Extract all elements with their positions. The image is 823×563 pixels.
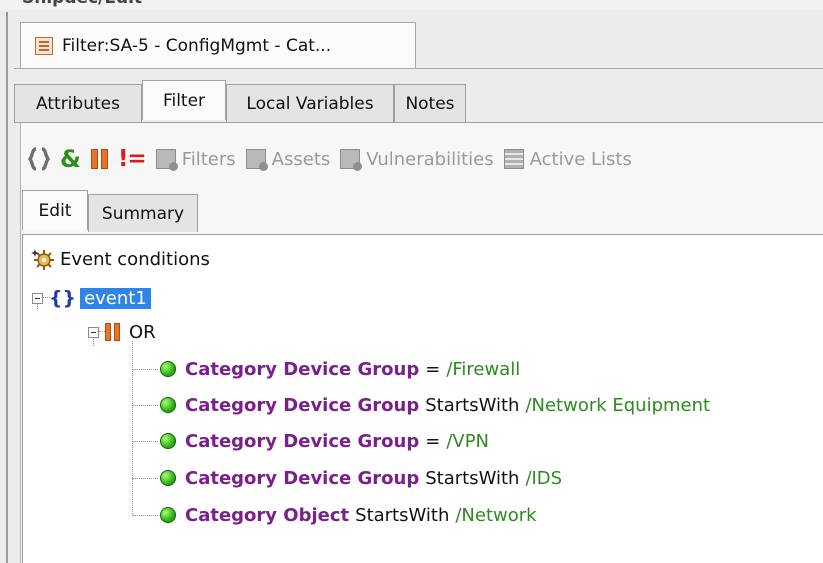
condition-row[interactable]: Category Object StartsWith /Network <box>160 503 537 527</box>
tab-local-variables[interactable]: Local Variables <box>226 84 394 122</box>
filters-label: Filters <box>181 148 236 170</box>
tree-connector <box>132 515 158 516</box>
condition-field: Category Object <box>185 504 350 526</box>
condition-field: Category Device Group <box>185 394 420 416</box>
tree-connector <box>132 478 158 479</box>
green-status-icon <box>160 433 176 449</box>
tab-filter[interactable]: Filter <box>142 80 226 120</box>
braces-button[interactable] <box>28 147 50 171</box>
tab-notes[interactable]: Notes <box>394 84 466 122</box>
tree-connector <box>132 441 158 442</box>
condition-value: /VPN <box>446 430 490 452</box>
green-status-icon <box>160 397 176 413</box>
condition-field: Category Device Group <box>185 358 420 380</box>
event-label: event1 <box>80 287 151 309</box>
or-bars-icon <box>105 323 120 341</box>
vulnerabilities-button[interactable]: Vulnerabilities <box>340 148 494 171</box>
green-status-icon <box>160 361 176 377</box>
active-lists-button[interactable]: Active Lists <box>503 148 632 170</box>
document-tab-title: Filter:SA-5 - ConfigMgmt - Cat... <box>62 35 332 56</box>
condition-operator: StartsWith <box>425 394 520 416</box>
and-button[interactable]: & <box>60 145 81 173</box>
green-status-icon <box>160 507 176 523</box>
or-bars-icon <box>90 149 108 169</box>
condition-operator: = <box>425 430 441 452</box>
condition-row[interactable]: Category Device Group = /Firewall <box>160 357 520 381</box>
condition-row[interactable]: Category Device Group = /VPN <box>160 429 489 453</box>
tree-root-label: Event conditions <box>60 248 210 270</box>
filter-toolbar: & != Filters Assets Vulnerabilities Acti… <box>28 140 642 178</box>
vulnerabilities-icon <box>340 149 363 171</box>
condition-row[interactable]: Category Device Group StartsWith /IDS <box>160 466 562 490</box>
collapse-toggle[interactable] <box>32 292 43 304</box>
condition-field: Category Device Group <box>185 467 420 489</box>
assets-button[interactable]: Assets <box>245 148 331 171</box>
tab-edit[interactable]: Edit <box>22 190 88 230</box>
gear-sparkle-icon <box>31 249 54 270</box>
tab-attributes[interactable]: Attributes <box>14 84 142 122</box>
condition-operator: = <box>425 358 441 380</box>
active-lists-icon <box>503 149 524 169</box>
tree-connector <box>132 341 133 516</box>
not-equal-icon: != <box>117 146 147 172</box>
not-equal-button[interactable]: != <box>117 146 147 172</box>
condition-row[interactable]: Category Device Group StartsWith /Networ… <box>160 393 710 417</box>
window-top-strip: Shipdec/Edit <box>0 0 823 10</box>
condition-operator: StartsWith <box>425 467 520 489</box>
vulnerabilities-label: Vulnerabilities <box>366 148 494 170</box>
filter-doc-icon <box>35 36 53 55</box>
condition-operator: StartsWith <box>355 504 450 526</box>
document-tab[interactable]: Filter:SA-5 - ConfigMgmt - Cat... <box>20 22 416 68</box>
tree-event-node[interactable]: {} event1 <box>32 286 151 310</box>
tree-root[interactable]: Event conditions <box>31 248 210 270</box>
ampersand-icon: & <box>60 145 81 173</box>
filters-icon <box>155 149 178 171</box>
active-lists-label: Active Lists <box>529 148 632 170</box>
assets-icon <box>245 149 268 171</box>
tab-summary[interactable]: Summary <box>88 194 198 232</box>
condition-value: /Network Equipment <box>525 394 711 416</box>
braces-icon: {} <box>49 287 77 309</box>
left-divider <box>6 12 8 563</box>
condition-value: /IDS <box>525 467 563 489</box>
or-label: OR <box>129 321 156 343</box>
collapse-toggle[interactable] <box>88 326 99 338</box>
condition-value: /Firewall <box>446 358 521 380</box>
assets-label: Assets <box>271 148 331 170</box>
braces-icon <box>28 147 50 171</box>
green-status-icon <box>160 470 176 486</box>
window-title-fragment: Shipdec/Edit <box>22 0 142 8</box>
filters-button[interactable]: Filters <box>155 148 236 171</box>
condition-field: Category Device Group <box>185 430 420 452</box>
tree-connector <box>132 369 158 370</box>
tree-connector <box>132 405 158 406</box>
tree-or-node[interactable]: OR <box>88 320 156 344</box>
condition-value: /Network <box>455 504 537 526</box>
condition-tree: Event conditions {} event1 OR Category D… <box>22 235 823 563</box>
or-button[interactable] <box>90 149 108 169</box>
